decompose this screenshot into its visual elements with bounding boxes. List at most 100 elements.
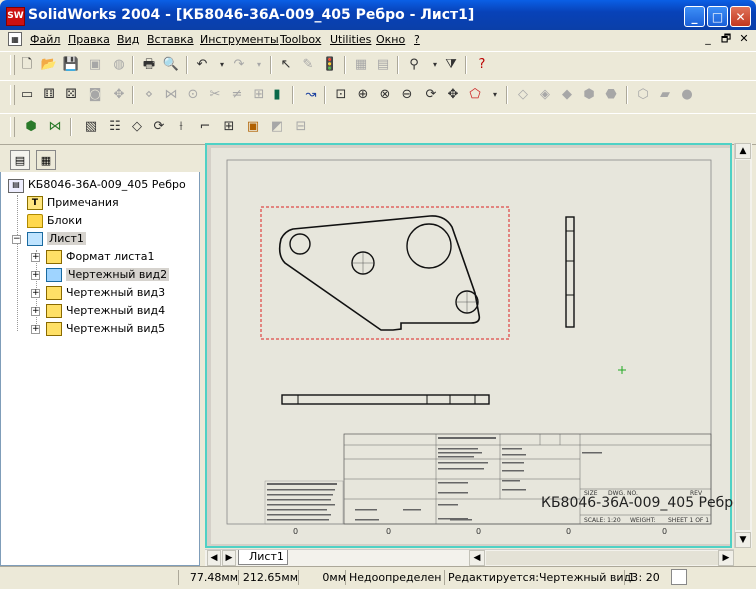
tree-item-sheet[interactable]: Лист1 [47, 232, 86, 245]
detail-view-icon[interactable]: ⊙ [184, 86, 202, 104]
shaded-icon[interactable]: ⬣ [602, 86, 620, 104]
scroll-down-button[interactable]: ▼ [735, 532, 751, 548]
print-icon[interactable]: 🖶 [140, 56, 158, 74]
hidden-lines-visible-icon[interactable]: ◈ [536, 86, 554, 104]
toolbar-grip[interactable] [10, 55, 15, 75]
menu-utilities[interactable]: Utilities [330, 33, 371, 46]
mdi-close-button[interactable]: ✕ [736, 32, 752, 46]
redo-icon[interactable]: ↷ [230, 56, 248, 74]
tree-expander-view5[interactable]: + [31, 325, 40, 334]
sketch-icon[interactable]: ✎ [299, 56, 317, 74]
menu-view[interactable]: Вид [117, 33, 139, 46]
toolbar-grip[interactable] [10, 85, 15, 105]
datum-feature-icon[interactable]: ⌐ [196, 118, 214, 136]
select-icon[interactable]: ↖ [277, 56, 295, 74]
save-icon[interactable]: 💾 [62, 56, 80, 74]
zoom-to-fit-icon[interactable]: ⊡ [332, 86, 350, 104]
table-icon[interactable]: ▤ [374, 56, 392, 74]
mdi-minimize-button[interactable]: _ [700, 32, 716, 46]
undo-dropdown-icon[interactable]: ▾ [213, 56, 231, 74]
note-icon[interactable]: ▧ [82, 118, 100, 136]
shadows-icon[interactable]: ⬡ [634, 86, 652, 104]
previous-view-icon[interactable]: ↝ [302, 86, 320, 104]
hscroll-left-button[interactable]: ◀ [469, 550, 485, 566]
tree-item-view5[interactable]: Чертежный вид5 [66, 322, 165, 335]
new-document-icon[interactable]: 🗋 [18, 56, 36, 74]
section-view-3d-icon[interactable]: ▰ [656, 86, 674, 104]
tab-scroll-left-button[interactable]: ◀ [207, 550, 221, 566]
sheet-tab[interactable]: Лист1 [238, 550, 288, 565]
hole-callout-icon[interactable]: ▣ [244, 118, 262, 136]
redo-dropdown-icon[interactable]: ▾ [250, 56, 268, 74]
auxiliary-view-icon[interactable]: ✥ [110, 86, 128, 104]
menu-toolbox[interactable]: Toolbox [280, 33, 321, 46]
print-preview-icon[interactable]: 🔍 [162, 56, 180, 74]
insert-block-icon[interactable]: ▮ [268, 86, 286, 104]
maximize-button[interactable]: □ [707, 6, 728, 27]
status-scale[interactable]: 1 : 20 [624, 570, 668, 585]
zoom-selection-icon[interactable]: ⊖ [398, 86, 416, 104]
tree-expander-view4[interactable]: + [31, 307, 40, 316]
broken-view-icon[interactable]: ≠ [228, 86, 246, 104]
tree-expander-view2[interactable]: + [31, 271, 40, 280]
projected-view-icon[interactable]: ◙ [86, 86, 104, 104]
tree-item-view2[interactable]: Чертежный вид2 [66, 268, 170, 281]
menu-file[interactable]: Файл [30, 33, 60, 46]
property-manager-tab-icon[interactable]: ▦ [36, 150, 56, 170]
area-hatch-icon[interactable]: ◩ [268, 118, 286, 136]
aligned-section-icon[interactable]: ⋈ [162, 86, 180, 104]
tree-expander-sheet-format[interactable]: + [31, 253, 40, 262]
standard-3-view-icon[interactable]: ⚅ [40, 86, 58, 104]
help-icon[interactable]: ? [473, 56, 491, 74]
tree-root-label[interactable]: КБ8046-36А-009_405 Ребро [28, 178, 186, 191]
undo-icon[interactable]: ↶ [193, 56, 211, 74]
solidworks-logo-icon[interactable]: SW [6, 7, 25, 26]
menu-tools[interactable]: Инструменты [200, 33, 279, 46]
make-assembly-icon[interactable]: ◍ [110, 56, 128, 74]
view-orientation-icon[interactable]: ⬠ [466, 86, 484, 104]
close-button[interactable]: ✕ [730, 6, 751, 27]
drawing-sheet-icon[interactable]: ▭ [18, 86, 36, 104]
tree-item-view3[interactable]: Чертежный вид3 [66, 286, 165, 299]
alternate-position-icon[interactable]: ⊞ [250, 86, 268, 104]
drawing-canvas[interactable]: 0 0 0 0 0 [205, 143, 732, 548]
block-icon[interactable]: ⊟ [292, 118, 310, 136]
tree-item-blocks[interactable]: Блоки [47, 214, 82, 227]
tree-expander-view3[interactable]: + [31, 289, 40, 298]
model-view-icon[interactable]: ⚄ [62, 86, 80, 104]
datum-target-icon[interactable]: ⊞ [220, 118, 238, 136]
menu-edit[interactable]: Правка [68, 33, 110, 46]
section-view-icon[interactable]: ⋄ [140, 86, 158, 104]
scroll-up-button[interactable]: ▲ [735, 143, 751, 159]
filter-toolbar-icon[interactable]: ⧩ [442, 56, 460, 74]
select-filter-icon[interactable]: ⚲ [405, 56, 423, 74]
toolbar-grip[interactable] [10, 117, 15, 137]
wireframe-icon[interactable]: ◇ [514, 86, 532, 104]
view-orientation-dropdown-icon[interactable]: ▾ [486, 86, 504, 104]
menu-insert[interactable]: Вставка [147, 33, 194, 46]
tree-item-annotations[interactable]: Примечания [47, 196, 119, 209]
hscroll-right-button[interactable]: ▶ [718, 550, 734, 566]
geometric-tolerance-icon[interactable]: ⟊ [172, 118, 190, 136]
grid-icon[interactable]: ▦ [352, 56, 370, 74]
rebuild-icon[interactable]: 🚦 [321, 56, 339, 74]
document-icon[interactable]: ▦ [8, 32, 22, 46]
crop-view-icon[interactable]: ✂ [206, 86, 224, 104]
menu-window[interactable]: Окно [376, 33, 405, 46]
scroll-track[interactable] [736, 160, 750, 530]
hscroll-track[interactable] [486, 551, 718, 565]
weld-symbol-icon[interactable]: ⟳ [150, 118, 168, 136]
model-items-icon[interactable]: ⋈ [46, 118, 64, 136]
hidden-lines-removed-icon[interactable]: ◆ [558, 86, 576, 104]
rendering-icon[interactable]: ● [678, 86, 696, 104]
balloon-icon[interactable]: ☷ [106, 118, 124, 136]
zoom-in-out-icon[interactable]: ⊗ [376, 86, 394, 104]
zoom-area-icon[interactable]: ⊕ [354, 86, 372, 104]
mdi-restore-button[interactable]: 🗗 [718, 32, 734, 46]
rotate-view-icon[interactable]: ⟳ [422, 86, 440, 104]
pan-icon[interactable]: ✥ [444, 86, 462, 104]
minimize-button[interactable]: _ [684, 6, 705, 27]
menu-help[interactable]: ? [414, 33, 420, 46]
tree-item-sheet-format[interactable]: Формат листа1 [66, 250, 155, 263]
smart-dimension-icon[interactable]: ⬢ [22, 118, 40, 136]
